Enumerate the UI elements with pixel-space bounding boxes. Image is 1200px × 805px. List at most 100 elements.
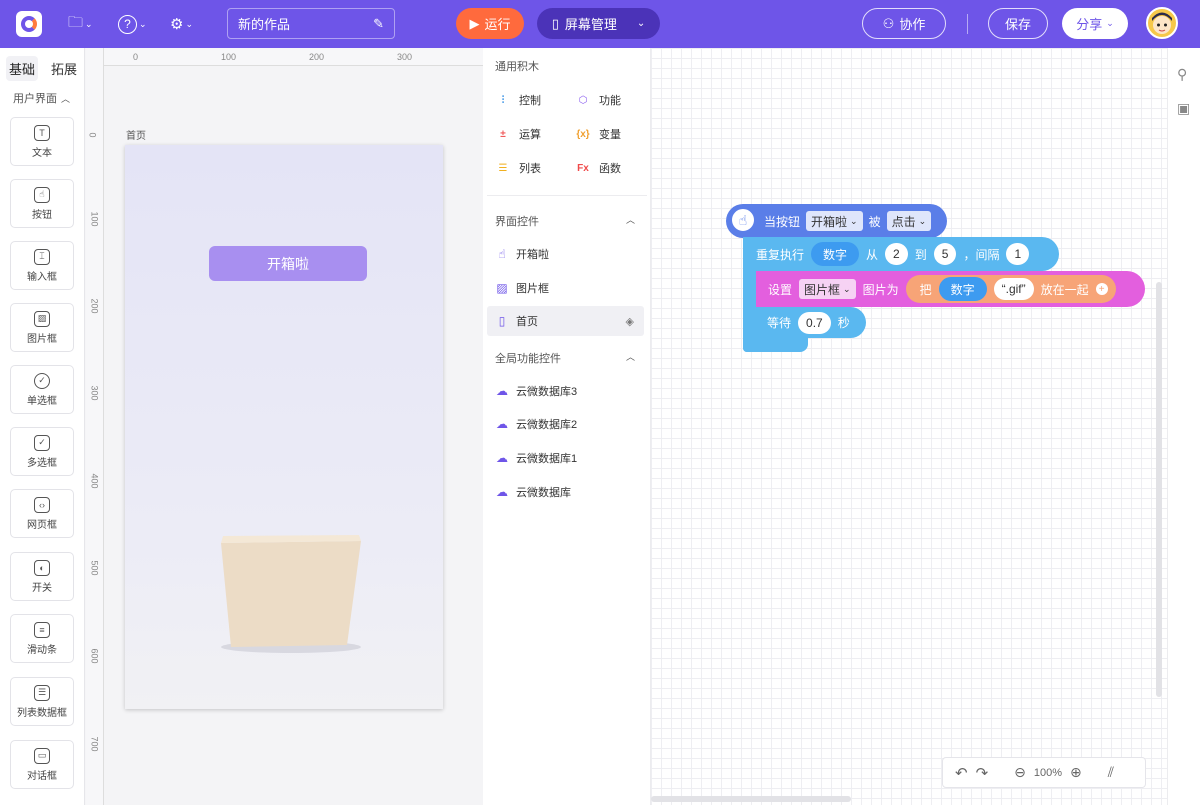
plus-icon[interactable]: + <box>1095 283 1108 295</box>
tab-extend[interactable]: 拓展 <box>48 56 80 81</box>
control-image[interactable]: ▨ 图片框 <box>487 273 644 303</box>
ruler-mark: 100 <box>221 52 237 62</box>
layers-icon[interactable]: ◈ <box>626 315 634 328</box>
control-open-button[interactable]: ☝ 开箱啦 <box>487 239 644 269</box>
screen-manage-button[interactable]: ▯ 屏幕管理 ⌄ <box>537 8 660 39</box>
wait-block[interactable]: 等待 0.7 秒 <box>756 307 866 338</box>
component-slider[interactable]: ≡ 滑动条 <box>10 614 74 663</box>
collab-button[interactable]: ⚇ 协作 <box>862 8 946 39</box>
chevron-up-icon: ︿ <box>61 93 71 104</box>
file-menu[interactable]: 🗀 ⌄ <box>68 12 93 36</box>
repeat-var-pill[interactable]: 数字 <box>811 242 860 266</box>
run-button[interactable]: ▶ 运行 <box>456 8 524 39</box>
app-logo[interactable] <box>16 11 42 37</box>
horizontal-scrollbar[interactable] <box>651 796 851 802</box>
component-checkbox[interactable]: ✓ 多选框 <box>10 427 74 476</box>
join-label: 把 <box>919 282 932 297</box>
component-switch[interactable]: ◐ 开关 <box>10 552 74 601</box>
cloud-db-icon: ☁ <box>496 384 508 398</box>
button-icon: ☝ <box>498 247 506 261</box>
event-action-dropdown[interactable]: 点击 ⌄ <box>886 211 932 231</box>
section-global-controls[interactable]: 全局功能控件 ︿ <box>495 350 635 366</box>
repeat-step-input[interactable]: 1 <box>1006 243 1030 265</box>
fx-icon: Fx <box>577 162 589 174</box>
ruler-top: 0 100 200 300 <box>86 48 483 66</box>
component-dialog[interactable]: ▭ 对话框 <box>10 740 74 789</box>
category-function[interactable]: ⬡ 功能 <box>575 92 621 108</box>
repeat-end-input[interactable]: 5 <box>933 243 957 265</box>
dropdown-value: 点击 <box>891 214 916 229</box>
component-button[interactable]: ☝ 按钮 <box>10 179 74 228</box>
bug-icon[interactable]: ⚲ <box>1177 66 1187 83</box>
ruler-left: 0 100 200 300 400 500 600 700 <box>86 48 104 805</box>
folder-icon: 🗀 <box>68 13 84 31</box>
component-input[interactable]: ⌶ 输入框 <box>10 241 74 290</box>
event-prefix: 当按钮 <box>764 214 801 229</box>
chevron-down-icon: ⌄ <box>918 215 927 226</box>
zoom-out-icon[interactable]: ⊖ <box>1014 764 1026 781</box>
block-workspace[interactable] <box>651 48 1167 805</box>
image-icon: ▨ <box>34 310 50 327</box>
undo-icon[interactable]: ↶ <box>955 764 968 782</box>
category-fx[interactable]: Fx 函数 <box>575 160 621 176</box>
zoom-in-icon[interactable]: ⊕ <box>1070 764 1082 781</box>
group-header-ui[interactable]: 用户界面 ︿ <box>0 88 84 108</box>
save-button[interactable]: 保存 <box>988 8 1048 39</box>
open-box-button[interactable]: 开箱啦 <box>209 246 367 281</box>
set-image-block[interactable]: 设置 图片框 ⌄ 图片为 把 数字 “.gif” 放在一起 + <box>756 271 1145 307</box>
category-list[interactable]: ☰ 列表 <box>495 160 541 176</box>
align-icon[interactable]: ⫽ <box>1108 764 1114 781</box>
gear-icon: ⚙ <box>170 16 184 33</box>
help-menu[interactable]: ? ⌄ <box>118 12 147 36</box>
project-title-input[interactable]: 新的作品 ✎ <box>227 8 395 39</box>
category-control[interactable]: ⫶ 控制 <box>495 92 541 108</box>
event-block[interactable]: 当按钮 开箱啦 ⌄ 被 点击 ⌄ <box>726 204 947 238</box>
component-radio[interactable]: ✓ 单选框 <box>10 365 74 414</box>
topbar-divider <box>967 14 968 34</box>
category-operator[interactable]: ± 运算 <box>495 126 541 142</box>
chevron-down-icon: ⌄ <box>636 18 646 29</box>
inbox-icon[interactable]: ▣ <box>1177 100 1190 117</box>
vertical-scrollbar[interactable] <box>1156 282 1162 697</box>
control-cloud-db-1[interactable]: ☁ 云微数据库1 <box>487 443 644 473</box>
radio-icon: ✓ <box>34 372 50 389</box>
tab-basic[interactable]: 基础 <box>6 55 39 81</box>
component-image[interactable]: ▨ 图片框 <box>10 303 74 352</box>
cloud-db-icon: ☁ <box>496 485 508 499</box>
set-target-dropdown[interactable]: 图片框 ⌄ <box>799 279 856 299</box>
component-text[interactable]: T 文本 <box>10 117 74 166</box>
section-ui-controls[interactable]: 界面控件 ︿ <box>495 213 635 229</box>
settings-menu[interactable]: ⚙ ⌄ <box>170 12 193 36</box>
repeat-step-label: ，间隔 <box>963 247 1000 262</box>
control-cloud-db[interactable]: ☁ 云微数据库 <box>487 477 644 507</box>
redo-icon[interactable]: ↷ <box>976 764 989 782</box>
join-var-pill[interactable]: 数字 <box>938 277 987 301</box>
repeat-start-input[interactable]: 2 <box>885 243 908 265</box>
component-tabs: 基础 拓展 <box>0 48 84 88</box>
phone-icon: ▯ <box>551 15 559 31</box>
component-label: 文本 <box>32 147 52 159</box>
user-avatar[interactable] <box>1146 7 1178 39</box>
component-listdata[interactable]: ☰ 列表数据框 <box>10 677 74 726</box>
button-icon: ☝ <box>34 186 50 203</box>
event-target-dropdown[interactable]: 开箱啦 ⌄ <box>806 211 863 231</box>
control-home-page[interactable]: ▯ 首页 ◈ <box>487 306 644 336</box>
join-block[interactable]: 把 数字 “.gif” 放在一起 + <box>905 275 1116 303</box>
phone-screen[interactable]: 开箱啦 <box>125 145 443 709</box>
control-label: 云微数据库 <box>516 487 571 499</box>
join-string-input[interactable]: “.gif” <box>993 278 1034 300</box>
dropdown-value: 开箱啦 <box>811 214 848 229</box>
control-cloud-db-2[interactable]: ☁ 云微数据库2 <box>487 409 644 439</box>
component-webview[interactable]: ‹› 网页框 <box>10 489 74 538</box>
users-icon: ⚇ <box>882 15 895 31</box>
wait-value-input[interactable]: 0.7 <box>798 311 831 334</box>
box-image[interactable] <box>221 535 363 653</box>
component-label: 图片框 <box>27 333 57 345</box>
share-button[interactable]: 分享 ⌄ <box>1062 8 1128 39</box>
repeat-block[interactable]: 重复执行 数字 从 2 到 5 ，间隔 1 <box>743 237 1059 271</box>
category-variable[interactable]: {x} 变量 <box>575 126 621 142</box>
zoom-toolbar: ↶ ↷ ⊖ 100% ⊕ ⫽ <box>942 757 1146 788</box>
control-cloud-db-3[interactable]: ☁ 云微数据库3 <box>487 376 644 406</box>
checkbox-icon: ✓ <box>34 434 50 451</box>
chevron-up-icon: ︿ <box>625 352 635 362</box>
